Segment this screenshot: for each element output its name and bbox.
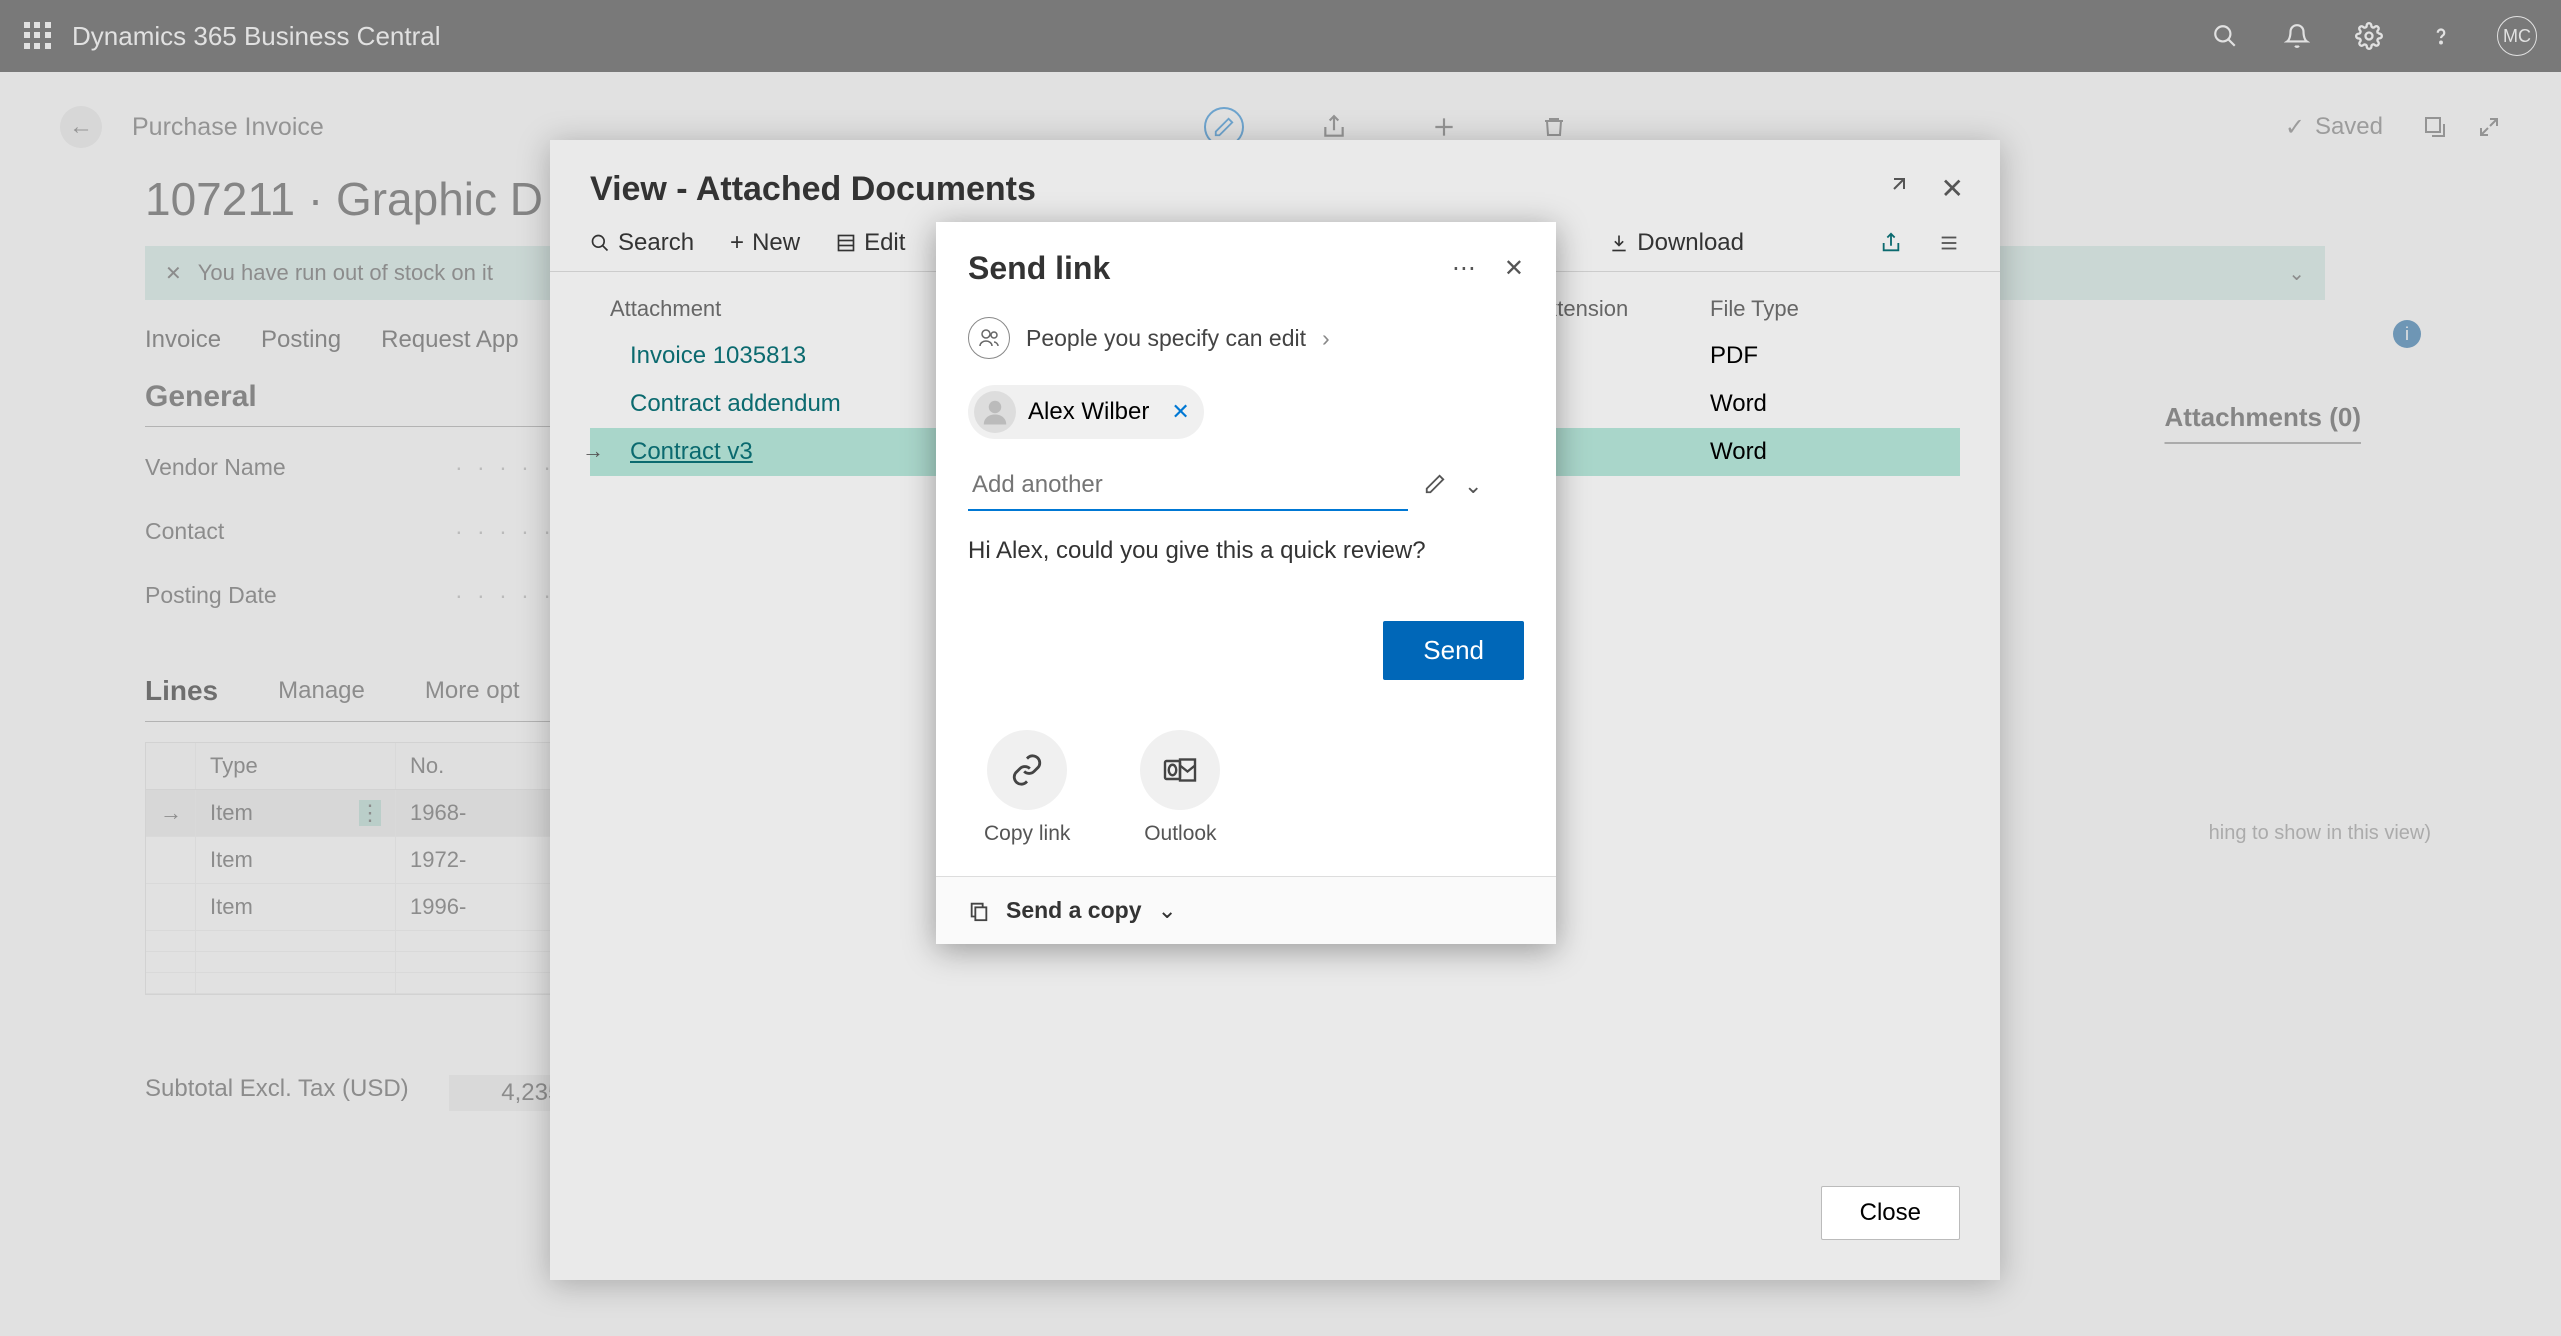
chevron-down-icon[interactable]: ⌄	[1464, 473, 1482, 499]
edit-list-action[interactable]: Edit	[836, 229, 905, 257]
person-avatar-icon	[974, 391, 1016, 433]
message-input[interactable]: Hi Alex, could you give this a quick rev…	[936, 511, 1556, 611]
col-filetype: File Type	[1710, 296, 1910, 322]
modal1-title: View - Attached Documents	[550, 140, 2000, 229]
search-action[interactable]: Search	[590, 229, 694, 257]
link-scope-selector[interactable]: People you specify can edit ›	[936, 297, 1556, 379]
pencil-icon[interactable]	[1424, 473, 1446, 499]
people-icon	[968, 317, 1010, 359]
copy-link-button[interactable]: Copy link	[984, 730, 1070, 846]
share-action-icon[interactable]	[1880, 232, 1902, 254]
chevron-down-icon: ⌄	[1157, 897, 1176, 924]
close-icon[interactable]: ✕	[1504, 254, 1524, 283]
outlook-icon	[1140, 730, 1220, 810]
outlook-button[interactable]: Outlook	[1140, 730, 1220, 846]
close-icon[interactable]: ✕	[1941, 172, 1964, 205]
add-recipient-input[interactable]	[968, 461, 1408, 511]
copy-icon	[968, 900, 990, 922]
link-icon	[987, 730, 1067, 810]
download-action[interactable]: Download	[1609, 229, 1744, 257]
modal2-title: Send link	[968, 250, 1452, 287]
send-link-modal: Send link ⋯ ✕ People you specify can edi…	[936, 222, 1556, 944]
send-copy-button[interactable]: Send a copy ⌄	[936, 876, 1556, 944]
new-action[interactable]: +New	[730, 229, 800, 257]
list-view-icon[interactable]	[1938, 232, 1960, 254]
person-name: Alex Wilber	[1028, 398, 1149, 426]
close-button[interactable]: Close	[1821, 1186, 1960, 1240]
chevron-right-icon: ›	[1322, 325, 1330, 352]
person-chip[interactable]: Alex Wilber ✕	[968, 385, 1204, 439]
remove-person-icon[interactable]: ✕	[1171, 399, 1189, 425]
more-icon[interactable]: ⋯	[1452, 254, 1476, 283]
send-button[interactable]: Send	[1383, 621, 1524, 680]
expand-icon[interactable]	[1887, 172, 1911, 205]
